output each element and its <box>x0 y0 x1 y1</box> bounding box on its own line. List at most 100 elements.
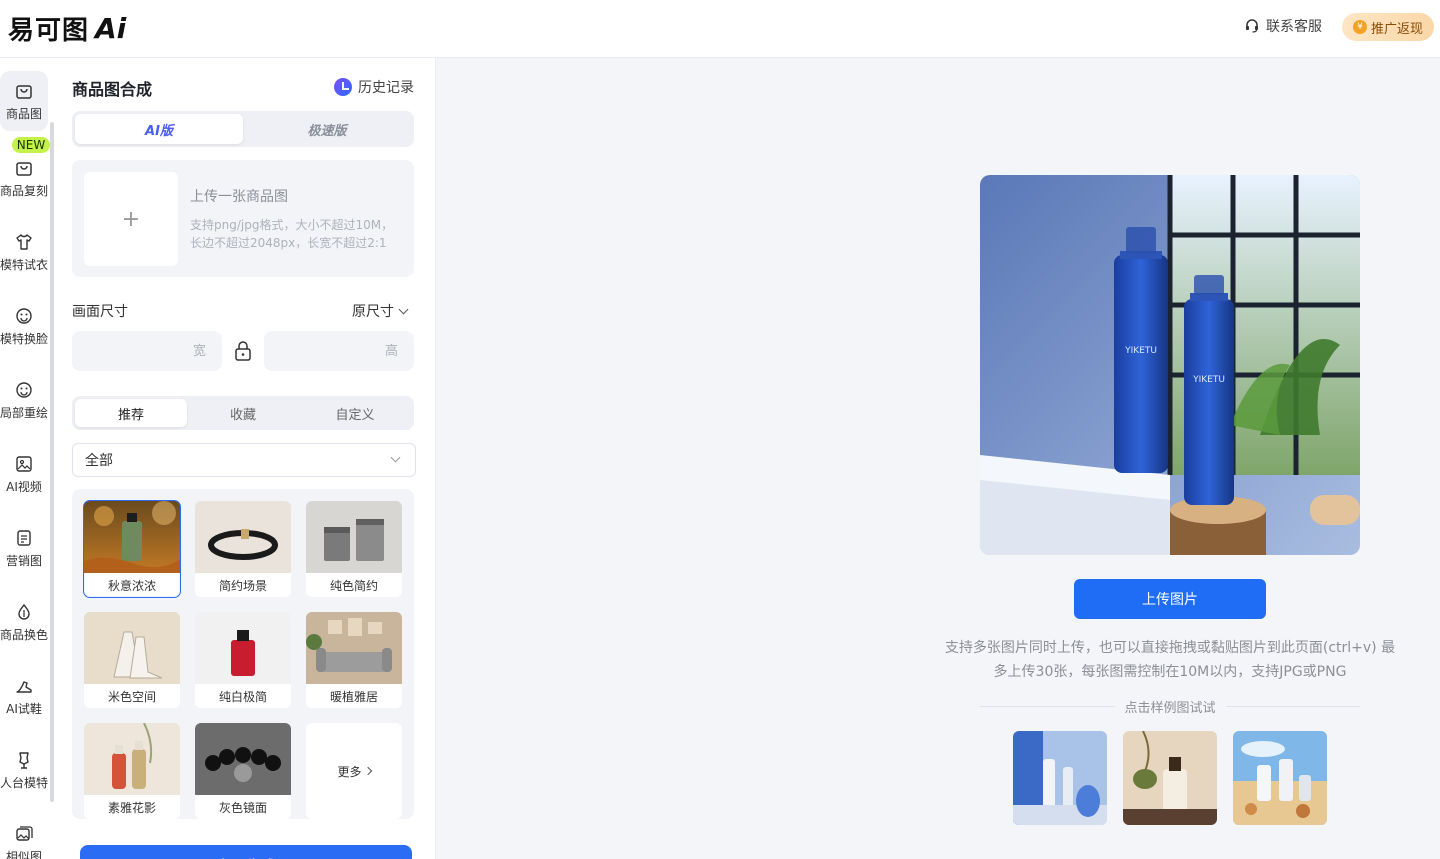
nav-item-marketing[interactable]: 营销图 <box>0 518 48 578</box>
template-thumb-gray-mirror <box>195 723 291 795</box>
mode-switch: AI版 极速版 <box>72 111 414 147</box>
chevron-down-icon <box>390 452 401 463</box>
sample-image-3[interactable] <box>1233 731 1327 825</box>
nav-item-model-tryon[interactable]: 模特试衣 <box>0 222 48 282</box>
template-caption: 灰色镜面 <box>195 795 291 819</box>
nav-item-similar[interactable]: 相似图 <box>0 814 48 859</box>
upload-hint-line: 支持多张图片同时上传，也可以直接拖拽或黏贴图片到此页面(ctrl+v) 最 <box>944 640 1396 656</box>
nav-item-mannequin[interactable]: 人台模特 <box>0 740 48 800</box>
upload-hint-line: 多上传30张，每张图需控制在10M以内，支持JPG或PNG <box>993 664 1347 680</box>
upload-description: 支持png/jpg格式，大小不超过10M，长边不超过2048px，长宽不超过2:… <box>190 218 394 250</box>
nav-scrollbar[interactable] <box>50 122 54 802</box>
hero-brand-text: YIKETU <box>1124 346 1157 356</box>
template-caption: 纯白极简 <box>195 684 291 708</box>
template-tile[interactable]: 简约场景 <box>195 501 291 597</box>
similar-image-icon <box>16 825 33 841</box>
template-caption: 素雅花影 <box>84 795 180 819</box>
logo-ai-mark: Ai <box>95 11 127 45</box>
template-tile[interactable]: 素雅花影 <box>84 723 180 819</box>
logo[interactable]: 易可图 Ai <box>8 10 126 46</box>
template-caption: 米色空间 <box>84 684 180 708</box>
height-input[interactable] <box>264 331 414 371</box>
hero-preview-image: YIKETU YIKETU <box>980 175 1360 555</box>
template-thumb-floral <box>84 723 180 795</box>
nav-item-face-swap[interactable]: 模特换脸 <box>0 296 48 356</box>
face-edit-icon <box>16 381 32 398</box>
contact-support-link[interactable]: 联系客服 <box>1244 16 1322 36</box>
nav-label: 商品图 <box>5 106 42 121</box>
template-caption: 简约场景 <box>195 573 291 597</box>
mannequin-icon <box>19 751 29 769</box>
history-link[interactable]: 历史记录 <box>334 77 414 97</box>
size-selected: 原尺寸 <box>352 304 394 320</box>
divider-line <box>980 705 1115 707</box>
nav-item-recolor[interactable]: 商品换色 <box>0 592 48 652</box>
nav-label: 商品复刻 <box>0 183 48 198</box>
more-label: 更多 <box>337 764 362 779</box>
style-tabs: 推荐 收藏 自定义 <box>72 396 414 430</box>
template-tile[interactable]: 暖植雅居 <box>306 612 402 708</box>
width-input[interactable] <box>72 331 222 371</box>
nav-item-inpaint[interactable]: 局部重绘 <box>0 370 48 430</box>
top-header: 易可图 Ai 联系客服 ¥ 推广返现 <box>0 0 1440 58</box>
tab-fast-version[interactable]: 极速版 <box>243 114 411 144</box>
face-icon <box>16 307 32 324</box>
template-tile[interactable]: 米色空间 <box>84 612 180 708</box>
clock-icon <box>334 78 352 96</box>
promo-cashback-button[interactable]: ¥ 推广返现 <box>1342 13 1434 41</box>
upload-image-button[interactable]: 上传图片 <box>1074 579 1266 619</box>
upload-title: 上传一张商品图 <box>190 189 288 205</box>
sample-image-1[interactable] <box>1013 731 1107 825</box>
nav-label: 人台模特 <box>0 775 48 790</box>
product-upload-area[interactable]: + 上传一张商品图 支持png/jpg格式，大小不超过10M，长边不超过2048… <box>72 160 414 277</box>
chevron-down-icon <box>398 304 409 314</box>
size-label: 画面尺寸 <box>72 304 128 320</box>
marketing-icon <box>17 529 31 546</box>
color-drop-icon <box>18 603 30 620</box>
sample-image-2[interactable] <box>1123 731 1217 825</box>
shirt-icon <box>16 233 32 250</box>
more-templates-button[interactable]: 更多 <box>306 723 402 819</box>
shoe-icon <box>16 680 32 693</box>
hero-brand-text: YIKETU <box>1192 375 1225 385</box>
bag-copy-icon <box>16 161 32 176</box>
template-tile[interactable]: 秋意浓浓 <box>83 500 181 598</box>
logo-text: 易可图 <box>8 15 90 46</box>
template-caption: 秋意浓浓 <box>84 573 180 597</box>
nav-label: 商品换色 <box>0 627 48 642</box>
template-thumb-solid <box>306 501 402 573</box>
tab-ai-version[interactable]: AI版 <box>75 114 243 144</box>
nav-item-shoe-tryon[interactable]: AI试鞋 <box>0 666 48 726</box>
nav-label: AI视频 <box>6 479 42 494</box>
template-thumb-simple <box>195 501 291 573</box>
template-tile[interactable]: 纯色简约 <box>306 501 402 597</box>
divider-line <box>1225 705 1361 707</box>
template-thumb-white <box>195 612 291 684</box>
history-label: 历史记录 <box>358 80 414 96</box>
nav-label: 模特试衣 <box>0 257 48 272</box>
category-select[interactable]: 全部 <box>72 443 416 477</box>
video-icon <box>16 455 32 472</box>
tab-recommended[interactable]: 推荐 <box>75 399 187 427</box>
nav-item-product-image[interactable]: 商品图 <box>0 71 48 131</box>
nav-label: 局部重绘 <box>0 405 48 420</box>
main-canvas: YIKETU YIKETU 上传图片 支持多张图片同时上传，也可以直接拖拽或黏贴… <box>437 58 1440 859</box>
template-grid: 秋意浓浓 简约场景 纯色简约 米色空间 纯白极简 暖植雅居 素雅花影 灰色镜面 <box>72 489 414 819</box>
nav-item-ai-video[interactable]: AI视频 <box>0 444 48 504</box>
upload-hint: 支持多张图片同时上传，也可以直接拖拽或黏贴图片到此页面(ctrl+v) 最 多上… <box>940 636 1400 684</box>
upload-plus-button[interactable]: + <box>84 172 178 266</box>
settings-panel: 商品图合成 历史记录 AI版 极速版 + 上传一张商品图 支持png/jpg格式… <box>56 58 436 859</box>
tab-custom[interactable]: 自定义 <box>299 399 411 427</box>
tab-favorites[interactable]: 收藏 <box>187 399 299 427</box>
nav-item-product-copy[interactable]: 商品复刻 <box>0 148 48 208</box>
template-thumb-warm-home <box>306 612 402 684</box>
promo-label: 推广返现 <box>1370 21 1423 37</box>
generate-button[interactable]: 立即生成 <box>80 845 412 859</box>
template-thumb-autumn <box>84 501 180 573</box>
sample-divider: 点击样例图试试 <box>980 698 1361 716</box>
size-dropdown[interactable]: 原尺寸 <box>352 301 409 321</box>
template-caption: 纯色简约 <box>306 573 402 597</box>
template-tile[interactable]: 灰色镜面 <box>195 723 291 819</box>
template-tile[interactable]: 纯白极简 <box>195 612 291 708</box>
lock-icon[interactable] <box>234 341 252 361</box>
